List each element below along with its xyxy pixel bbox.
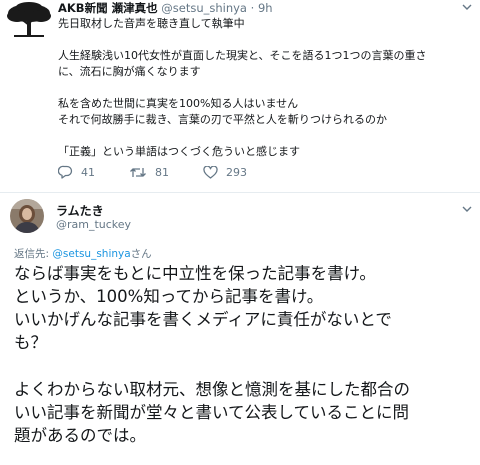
reply-button[interactable]: 41 (58, 165, 95, 179)
tweet-actions: 41 81 293 (58, 165, 281, 179)
person-avatar-icon[interactable] (10, 199, 44, 233)
tweet-line: 先日取材した音声を聴き直して執筆中 (58, 17, 245, 30)
tweet-divider (0, 192, 480, 193)
reply-icon (58, 165, 73, 179)
reply-line: いい記事を新聞が堂々と書いて公表していることに問 (14, 403, 410, 422)
tweet-line: 人生経験浅い10代女性が直面した現実と、そこを語る1つ1つの言葉の重さ (58, 49, 427, 62)
retweet-icon (130, 167, 146, 177)
reply-line: よくわからない取材元、想像と憶測を基にした都合の (14, 380, 410, 399)
retweet-count: 81 (155, 165, 169, 179)
tweet-line: それで何故勝手に裁き、言葉の刃で平然と人を斬りつけられるのか (58, 113, 388, 126)
tweet-text: 先日取材した音声を聴き直して執筆中 人生経験浅い10代女性が直面した現実と、そこ… (58, 16, 468, 160)
reply-line: というか、100%知ってから記事を書け。 (14, 287, 324, 306)
reply-line: も？ (14, 333, 47, 352)
like-count: 293 (226, 165, 247, 179)
chevron-down-icon[interactable] (462, 4, 472, 14)
tweet-line: に、流石に胸が痛くなります (58, 65, 201, 78)
reply-text: ならば事実をもとに中立性を保った記事を書け。 というか、100%知ってから記事を… (14, 262, 474, 447)
chevron-down-icon[interactable] (462, 206, 472, 216)
retweet-button[interactable]: 81 (129, 166, 169, 179)
tweet-line: 私を含めた世間に真実を100%知る人はいません (58, 97, 299, 110)
replying-prefix: 返信先: (14, 248, 53, 260)
tweet-timestamp[interactable]: 9h (258, 1, 273, 15)
tweet-header: AKB新聞 瀬津真也 @setsu_shinya · 9h (58, 1, 273, 15)
tweet-line: 「正義」という単語はつくづく危ういと感じます (58, 145, 300, 158)
reply-line: ならば事実をもとに中立性を保った記事を書け。 (14, 264, 376, 283)
replying-to: 返信先: @setsu_shinyaさん (14, 246, 152, 261)
like-button[interactable]: 293 (203, 165, 247, 179)
separator-dot: · (250, 1, 255, 15)
author-name[interactable]: AKB新聞 瀬津真也 (58, 1, 158, 15)
author-handle[interactable]: @setsu_shinya (161, 1, 247, 15)
tree-avatar-icon[interactable] (6, 1, 52, 37)
reply-count: 41 (81, 165, 95, 179)
replying-suffix: さん (130, 248, 152, 260)
reply-line: いいかげんな記事を書くメディアに責任がないとで (14, 310, 392, 329)
reply-line: 題があるのでは。 (14, 426, 146, 445)
author-name[interactable]: ラムたき (56, 202, 104, 219)
original-tweet[interactable]: AKB新聞 瀬津真也 @setsu_shinya · 9h 先日取材した音声を聴… (0, 0, 480, 190)
replying-mention-link[interactable]: @setsu_shinya (52, 248, 130, 260)
author-handle[interactable]: @ram_tuckey (56, 218, 131, 231)
heart-icon (203, 165, 218, 179)
